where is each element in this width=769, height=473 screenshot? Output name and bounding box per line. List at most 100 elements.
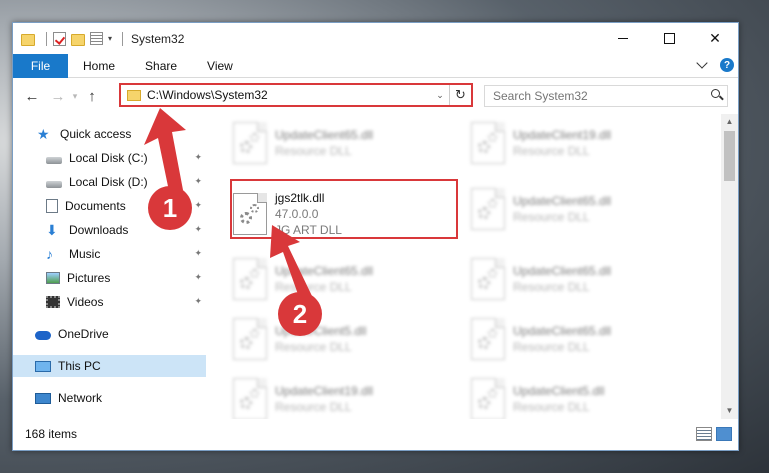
search-input[interactable] [493,89,707,103]
pictures-icon [46,272,60,284]
forward-arrow-icon[interactable]: → [47,88,69,105]
view-switcher [692,427,732,441]
sidebar-item-label: Local Disk (D:) [69,175,148,189]
pin-icon[interactable]: ✦ [194,200,202,211]
expand-ribbon-chevron-icon[interactable] [696,57,708,69]
search-icon[interactable] [707,86,727,106]
sidebar-item-onedrive[interactable]: OneDrive [13,323,206,345]
ribbon-tabs: File Home Share View ? [13,53,738,78]
file-description: Resource DLL [275,400,352,414]
dll-file-icon [233,378,267,419]
tab-file[interactable]: File [13,53,68,78]
file-name: UpdateClient19.dll [513,128,612,142]
file-description: Resource DLL [275,340,352,354]
pin-icon[interactable]: ✦ [194,224,202,235]
dll-file-icon [233,258,267,300]
minimize-button[interactable] [600,23,646,54]
callout-badge-2: 2 [278,292,322,336]
downloads-icon: ⬇ [46,222,58,238]
sidebar-item-label: Videos [67,295,104,309]
sidebar-item-label: OneDrive [58,327,109,341]
address-path[interactable]: C:\Windows\System32 [147,88,431,102]
sidebar-item-this-pc[interactable]: This PC [13,355,206,377]
new-folder-icon[interactable] [71,33,85,46]
scroll-down-icon[interactable]: ▼ [721,403,738,419]
pin-icon[interactable]: ✦ [194,296,202,307]
disk-icon [46,181,62,188]
sidebar-item-pictures[interactable]: Pictures ✦ [13,267,206,289]
dll-file-icon [471,318,505,360]
sidebar-item-label: Pictures [67,271,111,285]
file-tile[interactable]: UpdateClient19.dll Resource DLL [471,118,686,168]
sidebar-item-network[interactable]: Network [13,387,206,409]
back-arrow-icon[interactable]: ← [21,88,43,105]
sidebar-item-label: Quick access [60,127,132,141]
documents-icon [46,199,58,213]
title-bar: ▾ System32 ✕ [13,23,738,54]
onedrive-icon [35,331,51,340]
maximize-button[interactable] [646,23,692,54]
sidebar-item-label: This PC [58,359,101,373]
file-description: Resource DLL [513,280,590,294]
tab-view[interactable]: View [192,54,248,78]
refresh-icon[interactable]: ↻ [449,85,471,105]
vertical-scrollbar[interactable]: ▲ ▼ [721,114,738,419]
quick-access-toolbar: ▾ System32 [13,23,184,54]
pc-icon [35,360,51,372]
videos-icon [46,296,60,308]
close-button[interactable]: ✕ [692,23,738,54]
file-description: Resource DLL [513,400,590,414]
dll-file-icon [233,122,267,164]
file-tile[interactable]: UpdateClient65.dll Resource DLL [471,254,686,304]
sidebar-item-videos[interactable]: Videos ✦ [13,291,206,313]
file-tile[interactable]: UpdateClient65.dll Resource DLL [233,254,448,304]
pin-icon[interactable]: ✦ [194,152,202,163]
sidebar-item-label: Network [58,391,103,405]
star-icon: ★ [37,126,50,142]
dll-file-icon [471,188,505,230]
address-dropdown-icon[interactable]: ⌄ [431,90,449,101]
callout-badge-1: 1 [148,186,192,230]
customize-toolbar-caret-icon[interactable]: ▾ [108,34,112,43]
details-view-icon[interactable] [696,427,712,441]
status-bar: 168 items [13,418,738,450]
sidebar-item-music[interactable]: ♪ Music ✦ [13,243,206,265]
up-arrow-icon[interactable]: ↑ [81,88,103,105]
sidebar-item-quick-access[interactable]: ★ Quick access [13,123,206,145]
sidebar-item-local-disk-c[interactable]: Local Disk (C:) ✦ [13,147,206,169]
recent-locations-chevron-icon[interactable]: ▾ [69,91,81,102]
network-icon [35,392,51,404]
file-tile[interactable]: UpdateClient5.dll Resource DLL [471,374,686,419]
divider [122,31,124,46]
file-tile[interactable]: UpdateClient19.dll Resource DLL [233,374,448,419]
sidebar-item-label: Local Disk (C:) [69,151,148,165]
file-description: Resource DLL [513,210,590,224]
file-tile[interactable]: UpdateClient5.dll Resource DLL [233,314,448,364]
file-name: UpdateClient19.dll [275,384,374,398]
file-tile[interactable]: UpdateClient65.dll Resource DLL [233,118,448,168]
dll-file-icon [471,378,505,419]
address-row: ← → ▾ ↑ C:\Windows\System32 ⌄ ↻ [13,79,738,113]
navigation-pane: ★ Quick access Local Disk (C:) ✦ Local D… [13,114,209,419]
folder-icon[interactable] [21,33,35,46]
pin-icon[interactable]: ✦ [194,272,202,283]
search-box[interactable] [484,85,728,107]
file-tile[interactable]: UpdateClient65.dll Resource DLL [471,314,686,364]
address-bar[interactable]: C:\Windows\System32 ⌄ ↻ [119,83,473,107]
file-highlight-box [230,179,458,239]
scrollbar-thumb[interactable] [724,131,735,181]
properties-icon[interactable] [90,32,103,45]
help-icon[interactable]: ? [720,58,734,72]
tab-share[interactable]: Share [130,54,192,78]
window-title: System32 [131,31,185,46]
tab-home[interactable]: Home [68,54,130,78]
pin-icon[interactable]: ✦ [194,176,202,187]
file-description: Resource DLL [275,280,352,294]
file-tile[interactable]: UpdateClient65.dll Resource DLL [471,184,686,234]
large-icons-view-icon[interactable] [716,427,732,441]
sidebar-item-label: Documents [65,199,126,213]
file-description: Resource DLL [513,144,590,158]
pin-icon[interactable]: ✦ [194,248,202,259]
scroll-up-icon[interactable]: ▲ [721,114,738,130]
properties-check-icon[interactable] [53,31,66,46]
